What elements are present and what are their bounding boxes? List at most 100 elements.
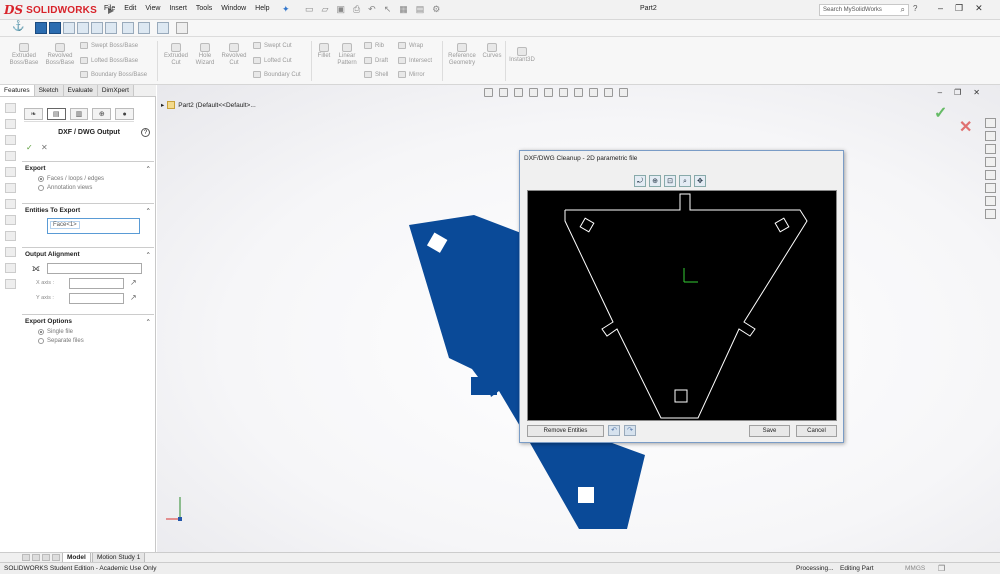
x-axis-field[interactable]	[69, 278, 124, 289]
help-button[interactable]: ?	[913, 4, 917, 13]
zoom-area-icon[interactable]: ⌕	[679, 175, 691, 187]
pin-icon[interactable]: ✦	[282, 4, 290, 15]
display-style-icon[interactable]	[559, 88, 568, 97]
instant3d-button[interactable]: Instant3D	[507, 47, 537, 64]
intersect-button[interactable]: Intersect	[398, 57, 432, 64]
print-icon[interactable]: ⎙	[353, 4, 360, 15]
strip-icon[interactable]	[5, 263, 16, 273]
lofted-cut-button[interactable]: Lofted Cut	[253, 57, 292, 64]
origin-field[interactable]	[47, 263, 142, 274]
view-orientation-icon[interactable]	[544, 88, 553, 97]
prev-tab-icon[interactable]	[32, 554, 40, 561]
strip-icon[interactable]	[5, 231, 16, 241]
menu-help[interactable]: Help	[255, 5, 269, 12]
ok-check-icon[interactable]: ✓	[26, 143, 33, 152]
menu-tools[interactable]: Tools	[196, 5, 212, 12]
edit-appearance-icon[interactable]	[589, 88, 598, 97]
new-icon[interactable]: ▭	[305, 4, 314, 15]
expand-arrow-icon[interactable]: ▸	[161, 101, 164, 109]
entities-listbox[interactable]: Face<1>	[47, 218, 140, 234]
extruded-cut-button[interactable]: Extruded Cut	[161, 43, 191, 67]
radio-annotation-views[interactable]: Annotation views	[22, 185, 154, 191]
zoom-in-icon[interactable]: ⊕	[649, 175, 661, 187]
wrap-button[interactable]: Wrap	[398, 42, 423, 49]
save-button[interactable]: Save	[749, 425, 790, 437]
y-axis-arrow-icon[interactable]: ↗	[130, 293, 137, 302]
save-icon[interactable]: ▣	[336, 4, 345, 15]
units-button[interactable]: MMGS	[905, 565, 925, 572]
revolved-cut-button[interactable]: Revolved Cut	[219, 43, 249, 67]
previous-view-icon[interactable]	[514, 88, 523, 97]
strip-icon[interactable]	[5, 215, 16, 225]
solidworks-logo[interactable]: DS SOLIDWORKS ▶	[4, 3, 114, 17]
select-icon[interactable]: ↖	[384, 4, 392, 15]
tab-evaluate[interactable]: Evaluate	[63, 85, 98, 96]
menu-window[interactable]: Window	[221, 5, 246, 12]
strip-icon[interactable]	[5, 247, 16, 257]
view-box-icon-6[interactable]	[105, 22, 117, 34]
view-palette-icon[interactable]	[985, 170, 996, 180]
view-box-icon-2[interactable]	[49, 22, 61, 34]
feature-manager-icon[interactable]: ❧	[24, 108, 43, 120]
search-input[interactable]: Search MySolidWorks ⌕	[819, 4, 909, 16]
view-box-icon-8[interactable]	[138, 22, 150, 34]
radio-separate-files[interactable]: Separate files	[22, 338, 154, 344]
strip-icon[interactable]	[5, 151, 16, 161]
doc-minimize-icon[interactable]: –	[938, 88, 942, 97]
strip-icon[interactable]	[5, 183, 16, 193]
design-library-icon[interactable]	[985, 144, 996, 154]
view-box-icon-3[interactable]	[63, 22, 75, 34]
zoom-to-fit-icon[interactable]	[484, 88, 493, 97]
fillet-button[interactable]: Fillet	[314, 43, 334, 60]
draft-button[interactable]: Draft	[364, 57, 388, 64]
minimize-icon[interactable]: –	[938, 3, 943, 14]
view-box-icon-4[interactable]	[77, 22, 89, 34]
display-manager-icon[interactable]: ●	[115, 108, 134, 120]
menu-insert[interactable]: Insert	[169, 5, 187, 12]
home-icon[interactable]	[985, 118, 996, 128]
strip-icon[interactable]	[5, 103, 16, 113]
view-settings-icon[interactable]	[619, 88, 628, 97]
select-rotate-icon[interactable]: ⤾	[634, 175, 646, 187]
restore-icon[interactable]: ❐	[955, 3, 963, 14]
search-icon[interactable]: ⌕	[901, 5, 905, 15]
confirm-ok-icon[interactable]: ✓	[934, 103, 947, 123]
tab-sketch[interactable]: Sketch	[34, 85, 64, 96]
linear-pattern-button[interactable]: Linear Pattern	[334, 43, 360, 67]
apply-scene-icon[interactable]	[604, 88, 613, 97]
strip-icon[interactable]	[5, 167, 16, 177]
entity-item[interactable]: Face<1>	[50, 221, 80, 229]
menu-file[interactable]: File	[104, 5, 115, 12]
menu-view[interactable]: View	[145, 5, 160, 12]
pan-icon[interactable]: ✥	[694, 175, 706, 187]
resources-icon[interactable]	[985, 131, 996, 141]
anchor-icon[interactable]: ⚓	[12, 21, 24, 32]
shell-button[interactable]: Shell	[364, 71, 388, 78]
file-properties-icon[interactable]: ▤	[416, 4, 425, 15]
alignment-section-header[interactable]: Output Alignment ⌃	[22, 248, 154, 262]
swept-cut-button[interactable]: Swept Cut	[253, 42, 292, 49]
file-explorer-icon[interactable]	[985, 157, 996, 167]
zoom-fit-icon[interactable]: ⊡	[664, 175, 676, 187]
next-tab-icon[interactable]	[42, 554, 50, 561]
radio-single-file[interactable]: Single file	[22, 329, 154, 335]
extruded-boss-button[interactable]: Extruded Boss/Base	[8, 43, 40, 67]
tree-part-label[interactable]: Part2 (Default<<Default>...	[178, 102, 256, 109]
view-box-icon-7[interactable]	[122, 22, 134, 34]
entities-section-header[interactable]: Entities To Export ⌃	[22, 204, 154, 218]
cleanup-preview-canvas[interactable]	[527, 190, 837, 421]
options-gear-icon[interactable]: ⚙	[432, 4, 440, 15]
remove-entities-button[interactable]: Remove Entities	[527, 425, 604, 437]
pencil-icon[interactable]	[176, 22, 188, 34]
status-icon[interactable]: ❐	[938, 564, 945, 573]
first-tab-icon[interactable]	[22, 554, 30, 561]
undo-icon[interactable]: ↶	[608, 425, 620, 436]
reference-geometry-button[interactable]: Reference Geometry	[445, 43, 479, 67]
forum-icon[interactable]	[985, 209, 996, 219]
undo-icon[interactable]: ↶	[368, 4, 376, 15]
view-box-icon-9[interactable]	[157, 22, 169, 34]
last-tab-icon[interactable]	[52, 554, 60, 561]
export-options-section-header[interactable]: Export Options ⌃	[22, 315, 154, 329]
confirm-cancel-icon[interactable]: ✕	[959, 117, 972, 137]
strip-icon[interactable]	[5, 199, 16, 209]
